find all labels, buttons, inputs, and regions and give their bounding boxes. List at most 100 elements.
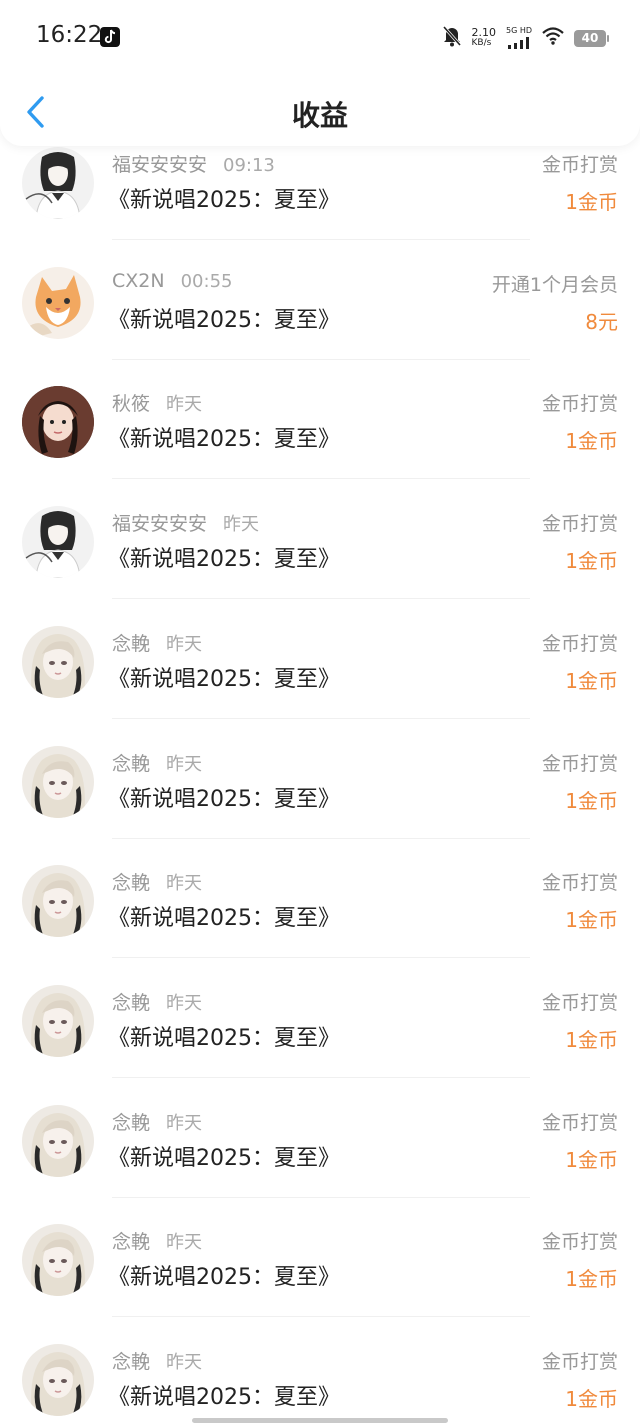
row-divider (112, 478, 530, 480)
earning-amount: 1金币 (565, 668, 618, 693)
earning-type: 金币打赏 (541, 393, 618, 416)
record-time: 昨天 (166, 1112, 203, 1134)
earning-amount: 1金币 (565, 788, 618, 813)
earning-row[interactable]: 念輓 昨天 《新说唱2025：夏至》 金币打赏 1金币 (0, 844, 640, 963)
earning-type: 金币打赏 (541, 632, 618, 655)
user-name-text: 念輓 (112, 1111, 151, 1134)
earning-amount: 1金币 (565, 190, 618, 214)
work-title: 《新说唱2025：夏至》 (108, 427, 340, 453)
earning-amount: 1金币 (565, 429, 618, 454)
user-avatar[interactable] (22, 1344, 94, 1416)
user-avatar[interactable] (22, 1224, 94, 1297)
page-title: 收益 (291, 99, 348, 132)
user-name: 福安安安安 昨天 (112, 509, 259, 536)
user-name: 福安安安安 09:13 (112, 150, 275, 177)
earning-type: 金币打赏 (541, 154, 618, 176)
top-card: 16:22 2.10 KB/s 5G HD 40 收益 (0, 0, 640, 146)
work-title: 《新说唱2025：夏至》 (108, 1145, 340, 1171)
earning-type: 金币打赏 (541, 1111, 618, 1134)
row-divider (112, 717, 530, 719)
row-divider (112, 598, 530, 600)
user-name: 念輓 昨天 (112, 868, 202, 895)
user-avatar[interactable] (22, 147, 94, 219)
status-bar: 16:22 2.10 KB/s 5G HD 40 (0, 0, 640, 76)
mute-bell-icon (442, 25, 462, 51)
earning-row[interactable]: 福安安安安 昨天《新说唱2025：夏至》 金币打赏 1金币 (0, 485, 640, 604)
user-avatar[interactable] (22, 745, 94, 818)
user-name-text: 念輓 (112, 991, 151, 1014)
battery-icon: 40 (574, 29, 609, 47)
record-time: 昨天 (166, 753, 203, 775)
user-avatar[interactable] (22, 984, 94, 1057)
record-time: 昨天 (223, 514, 260, 536)
user-name: 念輓 昨天 (112, 749, 202, 776)
user-name-text: 福安安安安 (112, 513, 208, 536)
record-time: 昨天 (166, 633, 203, 655)
record-time: 昨天 (166, 1232, 203, 1254)
work-title: 《新说唱2025：夏至》 (108, 906, 340, 932)
earning-amount: 1金币 (565, 1147, 618, 1172)
earning-amount: 1金币 (565, 1027, 618, 1052)
work-title: 《新说唱2025：夏至》 (108, 307, 340, 333)
work-title: 《新说唱2025：夏至》 (108, 547, 340, 573)
home-indicator[interactable] (192, 1418, 448, 1423)
earning-type: 金币打赏 (541, 1231, 618, 1254)
user-name-text: 念輓 (112, 752, 151, 775)
earning-amount: 1金币 (565, 1387, 618, 1411)
user-avatar[interactable] (22, 266, 94, 339)
user-name: 秋筱 昨天 (112, 389, 202, 416)
net-speed-unit: KB/s (471, 38, 492, 48)
earning-row[interactable]: 念輓 昨天《新说唱2025：夏至》 金币打赏 1金币 (0, 605, 640, 724)
user-name-text: 念輓 (112, 1351, 151, 1373)
row-divider (112, 957, 530, 959)
status-time: 16:22 (36, 22, 103, 48)
earning-row[interactable]: 秋筱 昨天《新说唱2025：夏至》 金币打赏 1金币 (0, 365, 640, 484)
row-divider (112, 837, 530, 839)
earning-amount: 1金币 (565, 1267, 618, 1292)
user-avatar[interactable] (22, 506, 94, 579)
user-name: 念輓 昨天 (112, 1227, 202, 1254)
row-divider (112, 358, 530, 360)
earning-type: 金币打赏 (541, 752, 618, 775)
user-name-text: 念輓 (112, 632, 151, 655)
system-icons: 2.10 KB/s 5G HD 40 (442, 25, 609, 51)
network-label: 5G HD (506, 26, 533, 35)
earning-row[interactable]: 念輓 昨天 《新说唱2025：夏至》 金币打赏 1金币 (0, 964, 640, 1083)
user-avatar[interactable] (22, 1104, 94, 1177)
earning-row[interactable]: CX2N 00:55 《新说唱2025：夏至》 开通1个月会员 8元 (0, 246, 640, 365)
user-name: 念輓 昨天 (112, 988, 202, 1015)
user-name-text: 秋筱 (112, 393, 151, 416)
earning-amount: 1金币 (565, 549, 618, 574)
user-avatar[interactable] (22, 865, 94, 938)
earning-row[interactable]: 念輓 昨天《新说唱2025：夏至》 金币打赏 1金币 (0, 1323, 640, 1427)
user-name: 念輓 昨天 (112, 1347, 202, 1374)
work-title: 《新说唱2025：夏至》 (108, 666, 340, 692)
work-title: 《新说唱2025：夏至》 (108, 188, 340, 213)
row-divider (112, 239, 530, 240)
earning-type: 金币打赏 (541, 872, 618, 895)
user-name-text: CX2N (112, 269, 165, 292)
user-name-text: 念輓 (112, 872, 151, 895)
work-title: 《新说唱2025：夏至》 (108, 1385, 340, 1410)
user-name: CX2N 00:55 (112, 270, 232, 292)
user-avatar[interactable] (22, 386, 94, 459)
earning-row[interactable]: 念輓 昨天 《新说唱2025：夏至》 金币打赏 1金币 (0, 1203, 640, 1322)
user-avatar[interactable] (22, 625, 94, 698)
earning-type: 开通1个月会员 (491, 273, 618, 296)
user-name-text: 念輓 (112, 1231, 151, 1254)
net-speed: 2.10 KB/s (472, 27, 497, 49)
record-time: 00:55 (180, 270, 233, 292)
row-divider (112, 1316, 530, 1318)
earning-type: 金币打赏 (541, 1351, 618, 1373)
net-speed-value: 2.10 (471, 26, 497, 39)
row-divider (112, 1196, 530, 1198)
earning-row[interactable]: 念輓 昨天《新说唱2025：夏至》 金币打赏 1金币 (0, 1084, 640, 1203)
earning-type: 金币打赏 (541, 513, 618, 536)
work-title: 《新说唱2025：夏至》 (108, 786, 340, 812)
earning-row[interactable]: 念輓 昨天《新说唱2025：夏至》 金币打赏 1金币 (0, 725, 640, 844)
wifi-icon (542, 27, 564, 49)
earning-amount: 8元 (585, 309, 618, 334)
nav-header: 收益 (0, 76, 640, 146)
user-name: 念輓 昨天 (112, 629, 202, 656)
earning-type: 金币打赏 (541, 991, 618, 1014)
